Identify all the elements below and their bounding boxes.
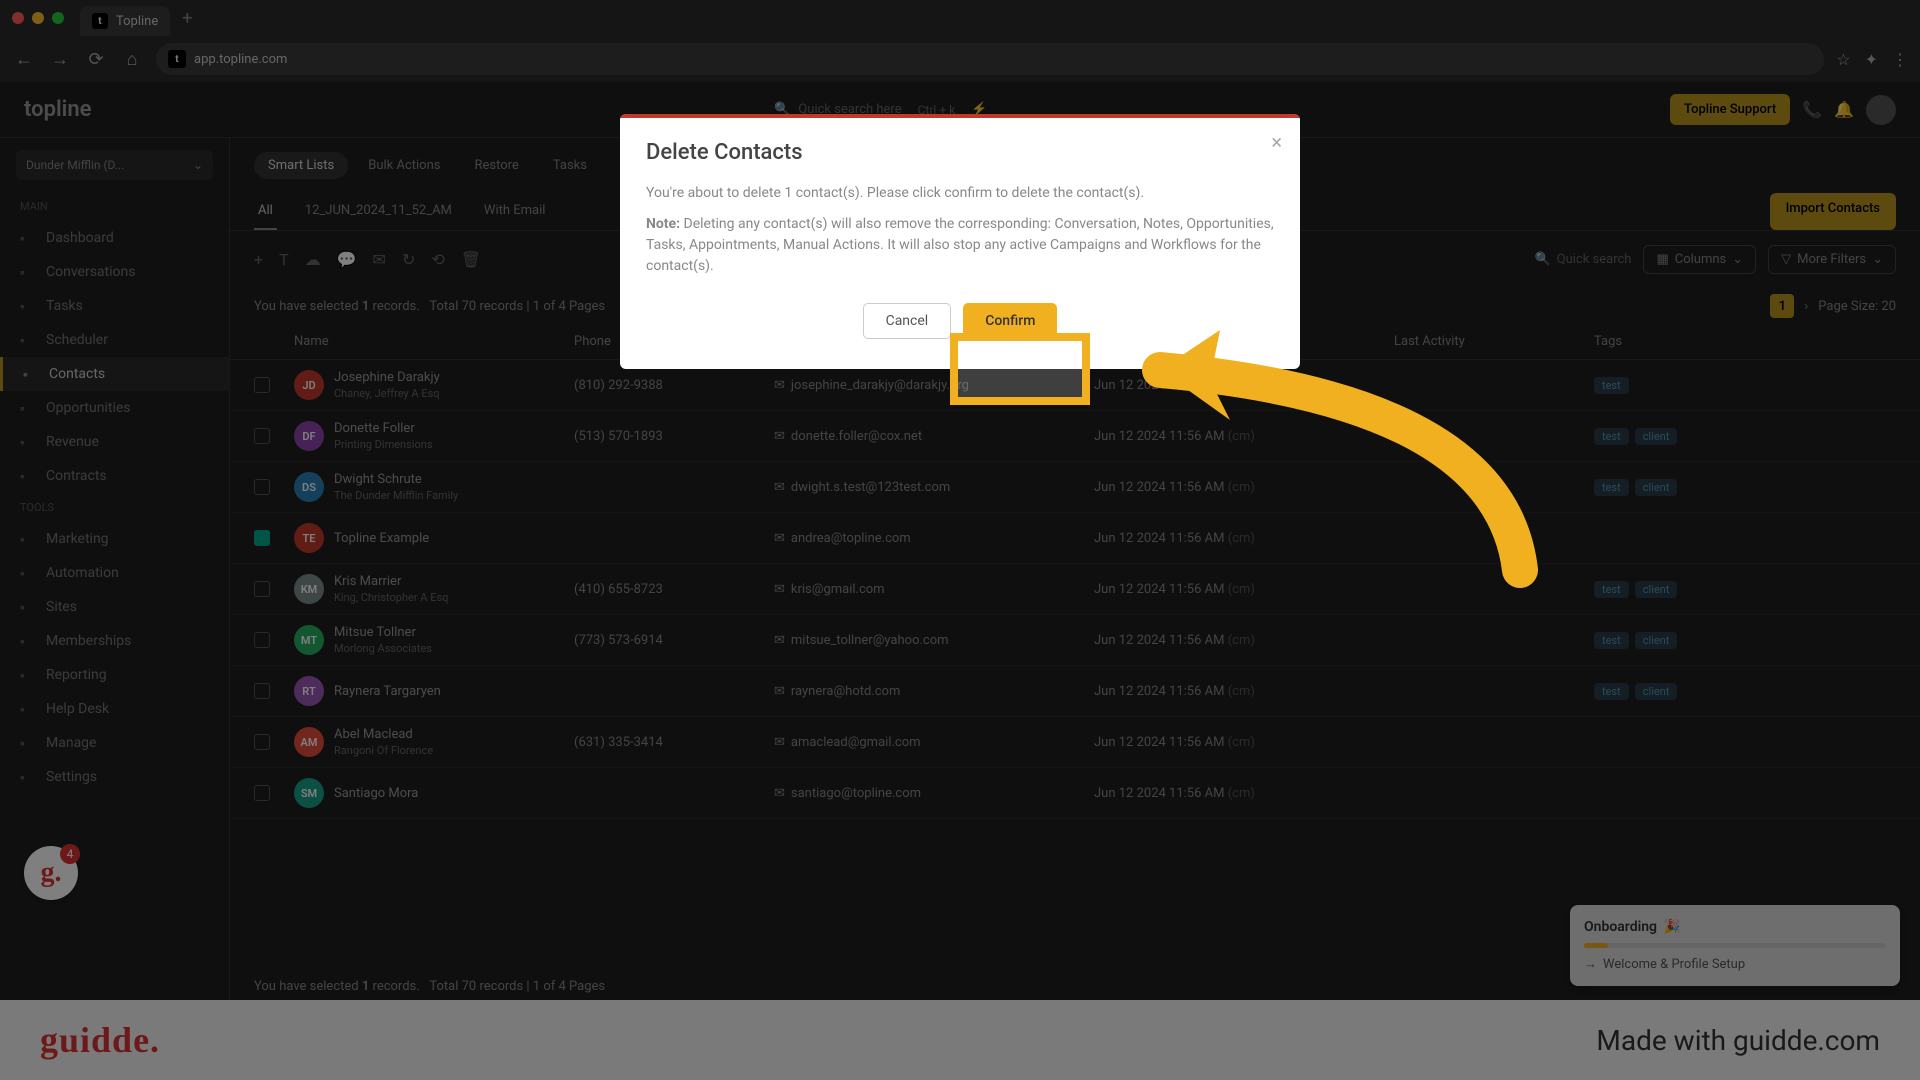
modal-title: Delete Contacts	[646, 140, 1274, 165]
cancel-button[interactable]: Cancel	[863, 303, 952, 339]
delete-contacts-modal: × Delete Contacts You're about to delete…	[620, 114, 1300, 369]
modal-text-1: You're about to delete 1 contact(s). Ple…	[646, 183, 1274, 204]
confirm-button[interactable]: Confirm	[963, 303, 1057, 339]
modal-note: Note: Deleting any contact(s) will also …	[646, 214, 1274, 277]
close-icon[interactable]: ×	[1271, 130, 1282, 154]
